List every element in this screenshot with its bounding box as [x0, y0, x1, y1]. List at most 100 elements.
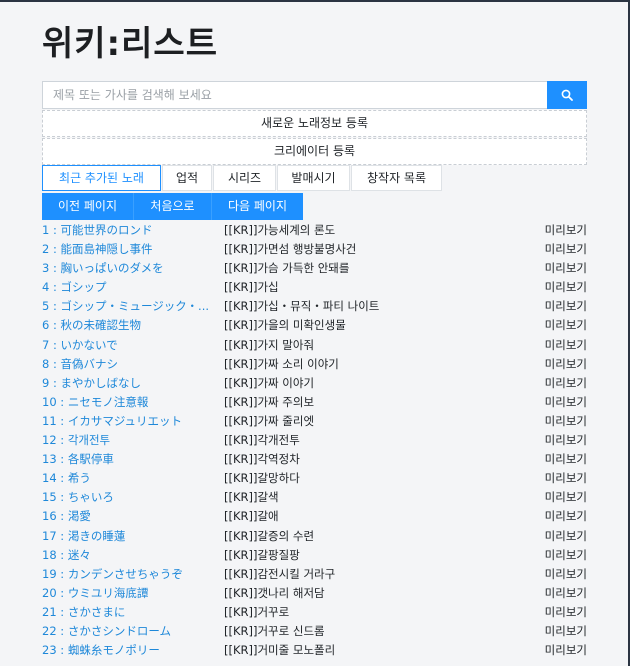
preview-link[interactable]: 미리보기 — [545, 507, 587, 526]
song-korean-title: [[KR]]가능세계의 론도 — [224, 223, 336, 237]
first-page-button[interactable]: 처음으로 — [134, 193, 212, 220]
song-original-title-link[interactable]: 8 : 音偽バナシ — [42, 355, 214, 374]
song-korean-title: [[KR]]갯나리 해저담 — [224, 585, 325, 600]
list-item: 7 : いかないで [[KR]]가지 말아줘 미리보기 — [42, 336, 587, 355]
list-item: 9 : まやかしばなし [[KR]]가짜 이야기 미리보기 — [42, 374, 587, 393]
song-korean-title: [[KR]]거미줄 모노폴리 — [224, 643, 336, 658]
preview-link[interactable]: 미리보기 — [545, 565, 587, 584]
list-item: 23 : 蜘蛛糸モノポリー [[KR]]거미줄 모노폴리 미리보기 — [42, 641, 587, 660]
preview-link[interactable]: 미리보기 — [545, 546, 587, 565]
preview-link[interactable]: 미리보기 — [545, 431, 587, 450]
tab-release-date[interactable]: 발매시기 — [277, 165, 350, 191]
song-korean-title: [[KR]]각개전투 — [224, 433, 300, 448]
page-title: 위키:리스트 — [42, 24, 218, 64]
search-input[interactable] — [42, 81, 547, 109]
new-song-button[interactable]: 새로운 노래정보 등록 — [42, 110, 587, 137]
prev-page-button[interactable]: 이전 페이지 — [42, 193, 134, 220]
song-korean-title: [[KR]]갈증의 수련 — [224, 528, 315, 543]
song-original-title-link[interactable]: 9 : まやかしばなし — [42, 374, 214, 393]
song-korean-title: [[KR]]가짜 주의보 — [224, 394, 315, 409]
list-item: 18 : 迷々 [[KR]]갈팡질팡 미리보기 — [42, 546, 587, 565]
preview-link[interactable]: 미리보기 — [545, 221, 587, 240]
tab-recent[interactable]: 최근 추가된 노래 — [42, 165, 161, 191]
preview-link[interactable]: 미리보기 — [545, 469, 587, 488]
song-original-title-link[interactable]: 18 : 迷々 — [42, 546, 214, 565]
preview-link[interactable]: 미리보기 — [545, 584, 587, 603]
song-korean-title: [[KR]]가짜 소리 이야기 — [224, 356, 339, 371]
song-original-title-link[interactable]: 23 : 蜘蛛糸モノポリー — [42, 641, 214, 660]
song-original-title-link[interactable]: 6 : 秋の未確認生物 — [42, 316, 214, 335]
song-original-title-link[interactable]: 7 : いかないで — [42, 336, 214, 355]
tab-achievements[interactable]: 업적 — [162, 165, 212, 191]
song-korean-title: [[KR]]각역정차 — [224, 452, 300, 467]
preview-link[interactable]: 미리보기 — [545, 278, 587, 297]
preview-link[interactable]: 미리보기 — [545, 374, 587, 393]
song-original-title-link[interactable]: 17 : 渇きの睡蓮 — [42, 527, 214, 546]
song-original-title-link[interactable]: 22 : さかさシンドローム — [42, 622, 214, 641]
list-item: 1 : 可能世界のロンド [[KR]]가능세계의 론도 미리보기 — [42, 221, 587, 240]
list-item: 22 : さかさシンドローム [[KR]]거꾸로 신드롬 미리보기 — [42, 622, 587, 641]
song-korean-title: [[KR]]가짜 줄리엣 — [224, 413, 315, 428]
song-korean-title: [[KR]]가면섬 행방불명사건 — [224, 242, 357, 257]
preview-link[interactable]: 미리보기 — [545, 355, 587, 374]
list-item: 19 : カンデンさせちゃうぞ [[KR]]감전시킬 거라구 미리보기 — [42, 565, 587, 584]
list-item: 2 : 能面島神隠し事件 [[KR]]가면섬 행방불명사건 미리보기 — [42, 240, 587, 259]
preview-link[interactable]: 미리보기 — [545, 603, 587, 622]
song-korean-title: [[KR]]갈애 — [224, 509, 279, 524]
preview-link[interactable]: 미리보기 — [545, 316, 587, 335]
tab-creators[interactable]: 창작자 목록 — [351, 165, 442, 191]
song-original-title-link[interactable]: 16 : 渇愛 — [42, 507, 214, 526]
song-original-title-link[interactable]: 2 : 能面島神隠し事件 — [42, 240, 214, 259]
song-korean-title: [[KR]]가짜 이야기 — [224, 375, 315, 390]
song-korean-title: [[KR]]가지 말아줘 — [224, 337, 315, 352]
song-korean-title: [[KR]]가슴 가득한 안돼를 — [224, 261, 350, 276]
song-korean-title: [[KR]]거꾸로 신드롬 — [224, 623, 325, 638]
song-korean-title: [[KR]]감전시킬 거라구 — [224, 566, 336, 581]
list-item: 3 : 胸いっぱいのダメを [[KR]]가슴 가득한 안돼를 미리보기 — [42, 259, 587, 278]
preview-link[interactable]: 미리보기 — [545, 412, 587, 431]
preview-link[interactable]: 미리보기 — [545, 450, 587, 469]
song-original-title-link[interactable]: 4 : ゴシップ — [42, 278, 214, 297]
list-item: 5 : ゴシップ・ミュージック・... [[KR]]가십・뮤직・파티 나이트 미리보… — [42, 297, 587, 316]
song-original-title-link[interactable]: 13 : 各駅停車 — [42, 450, 214, 469]
creator-register-button[interactable]: 크리에이터 등록 — [42, 138, 587, 165]
search-button[interactable] — [547, 81, 587, 109]
song-original-title-link[interactable]: 12 : 각개전투 — [42, 431, 214, 450]
preview-link[interactable]: 미리보기 — [545, 527, 587, 546]
preview-link[interactable]: 미리보기 — [545, 297, 587, 316]
tab-series[interactable]: 시리즈 — [213, 165, 276, 191]
song-original-title-link[interactable]: 14 : 希う — [42, 469, 214, 488]
search-icon — [561, 89, 573, 101]
list-item: 20 : ウミユリ海底譚 [[KR]]갯나리 해저담 미리보기 — [42, 584, 587, 603]
preview-link[interactable]: 미리보기 — [545, 336, 587, 355]
preview-link[interactable]: 미리보기 — [545, 393, 587, 412]
list-item: 16 : 渇愛 [[KR]]갈애 미리보기 — [42, 507, 587, 526]
preview-link[interactable]: 미리보기 — [545, 240, 587, 259]
list-item: 17 : 渇きの睡蓮 [[KR]]갈증의 수련 미리보기 — [42, 527, 587, 546]
list-item: 12 : 각개전투 [[KR]]각개전투 미리보기 — [42, 431, 587, 450]
song-korean-title: [[KR]]갈팡질팡 — [224, 547, 300, 562]
song-original-title-link[interactable]: 21 : さかさまに — [42, 603, 214, 622]
preview-link[interactable]: 미리보기 — [545, 259, 587, 278]
song-original-title-link[interactable]: 1 : 可能世界のロンド — [42, 221, 214, 240]
next-page-button[interactable]: 다음 페이지 — [212, 193, 303, 220]
song-korean-title: [[KR]]가십・뮤직・파티 나이트 — [224, 299, 380, 314]
song-original-title-link[interactable]: 10 : ニセモノ注意報 — [42, 393, 214, 412]
song-korean-title: [[KR]]갈망하다 — [224, 471, 300, 486]
pagination: 이전 페이지 처음으로 다음 페이지 — [42, 193, 303, 220]
preview-link[interactable]: 미리보기 — [545, 488, 587, 507]
song-korean-title: [[KR]]거꾸로 — [224, 604, 290, 619]
list-item: 14 : 希う [[KR]]갈망하다 미리보기 — [42, 469, 587, 488]
song-original-title-link[interactable]: 3 : 胸いっぱいのダメを — [42, 259, 214, 278]
song-original-title-link[interactable]: 15 : ちゃいろ — [42, 488, 214, 507]
song-original-title-link[interactable]: 19 : カンデンさせちゃうぞ — [42, 565, 214, 584]
song-original-title-link[interactable]: 11 : イカサマジュリエット — [42, 412, 214, 431]
category-tabs: 최근 추가된 노래 업적 시리즈 발매시기 창작자 목록 — [42, 165, 443, 191]
preview-link[interactable]: 미리보기 — [545, 622, 587, 641]
song-original-title-link[interactable]: 5 : ゴシップ・ミュージック・... — [42, 297, 214, 316]
song-original-title-link[interactable]: 20 : ウミユリ海底譚 — [42, 584, 214, 603]
list-item: 11 : イカサマジュリエット [[KR]]가짜 줄리엣 미리보기 — [42, 412, 587, 431]
list-item: 21 : さかさまに [[KR]]거꾸로 미리보기 — [42, 603, 587, 622]
list-item: 13 : 各駅停車 [[KR]]각역정차 미리보기 — [42, 450, 587, 469]
preview-link[interactable]: 미리보기 — [545, 641, 587, 660]
